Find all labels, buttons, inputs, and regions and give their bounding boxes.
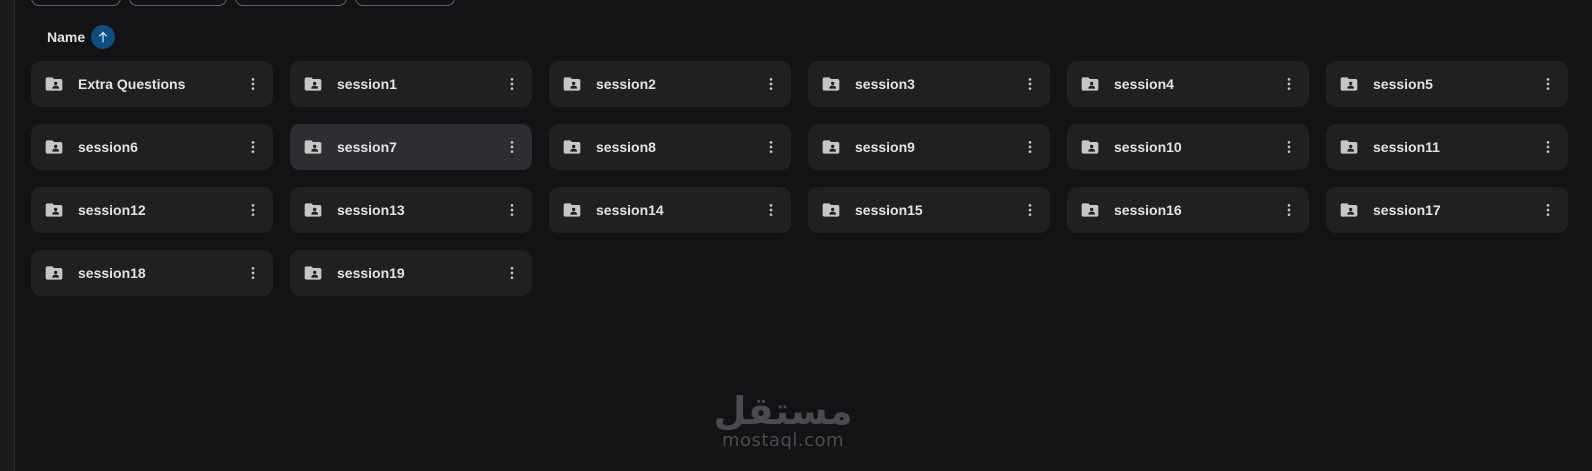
folder-item[interactable]: session16 [1067, 187, 1309, 233]
shared-folder-icon [44, 200, 64, 220]
folder-item[interactable]: session11 [1326, 124, 1568, 170]
shared-folder-icon [1339, 74, 1359, 94]
folder-item[interactable]: session2 [549, 61, 791, 107]
more-vert-icon[interactable] [500, 261, 524, 285]
filter-chip-type[interactable] [31, 0, 121, 6]
watermark-logo: مستقل mostaql.com [700, 392, 866, 452]
left-rail [0, 0, 15, 471]
folder-name: session19 [337, 265, 405, 281]
watermark-latin: mostaql.com [721, 430, 845, 451]
folder-item[interactable]: session7 [290, 124, 532, 170]
folder-name: session10 [1114, 139, 1182, 155]
folder-item[interactable]: session10 [1067, 124, 1309, 170]
arrow-up-icon[interactable] [91, 25, 116, 49]
shared-folder-icon [562, 137, 582, 157]
filter-chip-source[interactable] [355, 0, 455, 6]
folder-name: session2 [596, 76, 656, 92]
shared-folder-icon [44, 74, 64, 94]
more-vert-icon[interactable] [1277, 72, 1301, 96]
folder-item[interactable]: Extra Questions [31, 61, 273, 107]
shared-folder-icon [303, 263, 323, 283]
more-vert-icon[interactable] [241, 72, 265, 96]
folder-item[interactable]: session13 [290, 187, 532, 233]
folder-name: session16 [1114, 202, 1182, 218]
shared-folder-icon [821, 137, 841, 157]
folder-name: session12 [78, 202, 146, 218]
sort-by-name-header[interactable]: Name [47, 25, 116, 49]
shared-folder-icon [821, 74, 841, 94]
shared-folder-icon [44, 137, 64, 157]
sort-label: Name [47, 29, 86, 45]
shared-folder-icon [303, 200, 323, 220]
folder-name: session4 [1114, 76, 1174, 92]
folder-item[interactable]: session14 [549, 187, 791, 233]
shared-folder-icon [303, 137, 323, 157]
folder-name: session18 [78, 265, 146, 281]
more-vert-icon[interactable] [241, 135, 265, 159]
folder-name: session6 [78, 139, 138, 155]
folder-item[interactable]: session3 [808, 61, 1050, 107]
folder-name: session9 [855, 139, 915, 155]
watermark-arabic: مستقل [713, 389, 853, 433]
more-vert-icon[interactable] [1277, 198, 1301, 222]
folder-item[interactable]: session6 [31, 124, 273, 170]
shared-folder-icon [821, 200, 841, 220]
folder-item[interactable]: session9 [808, 124, 1050, 170]
more-vert-icon[interactable] [1536, 72, 1560, 96]
more-vert-icon[interactable] [241, 198, 265, 222]
shared-folder-icon [1080, 137, 1100, 157]
folder-grid: Extra Questions session1 session2 session3 s… [31, 61, 1568, 296]
filter-chip-row [31, 0, 455, 6]
folder-item[interactable]: session12 [31, 187, 273, 233]
more-vert-icon[interactable] [500, 72, 524, 96]
folder-name: session13 [337, 202, 405, 218]
shared-folder-icon [1339, 200, 1359, 220]
more-vert-icon[interactable] [759, 72, 783, 96]
more-vert-icon[interactable] [241, 261, 265, 285]
more-vert-icon[interactable] [1536, 198, 1560, 222]
more-vert-icon[interactable] [1277, 135, 1301, 159]
shared-folder-icon [1080, 200, 1100, 220]
folder-name: session3 [855, 76, 915, 92]
shared-folder-icon [562, 74, 582, 94]
more-vert-icon[interactable] [1018, 198, 1042, 222]
shared-folder-icon [562, 200, 582, 220]
folder-item[interactable]: session8 [549, 124, 791, 170]
shared-folder-icon [1080, 74, 1100, 94]
more-vert-icon[interactable] [1018, 135, 1042, 159]
folder-item[interactable]: session17 [1326, 187, 1568, 233]
shared-folder-icon [303, 74, 323, 94]
folder-name: Extra Questions [78, 76, 186, 92]
shared-folder-icon [44, 263, 64, 283]
folder-name: session1 [337, 76, 397, 92]
folder-item[interactable]: session5 [1326, 61, 1568, 107]
more-vert-icon[interactable] [759, 135, 783, 159]
filter-chip-people[interactable] [129, 0, 227, 6]
folder-name: session17 [1373, 202, 1441, 218]
folder-name: session14 [596, 202, 664, 218]
filter-chip-modified[interactable] [235, 0, 347, 6]
more-vert-icon[interactable] [500, 198, 524, 222]
more-vert-icon[interactable] [500, 135, 524, 159]
folder-item[interactable]: session18 [31, 250, 273, 296]
folder-item[interactable]: session15 [808, 187, 1050, 233]
folder-name: session8 [596, 139, 656, 155]
more-vert-icon[interactable] [759, 198, 783, 222]
folder-item[interactable]: session19 [290, 250, 532, 296]
more-vert-icon[interactable] [1018, 72, 1042, 96]
folder-name: session11 [1373, 139, 1440, 155]
drive-folder-view: Name Extra Questions session1 session2 sess… [0, 0, 1592, 471]
folder-item[interactable]: session4 [1067, 61, 1309, 107]
folder-name: session5 [1373, 76, 1433, 92]
more-vert-icon[interactable] [1536, 135, 1560, 159]
folder-name: session15 [855, 202, 923, 218]
folder-item[interactable]: session1 [290, 61, 532, 107]
shared-folder-icon [1339, 137, 1359, 157]
folder-name: session7 [337, 139, 397, 155]
